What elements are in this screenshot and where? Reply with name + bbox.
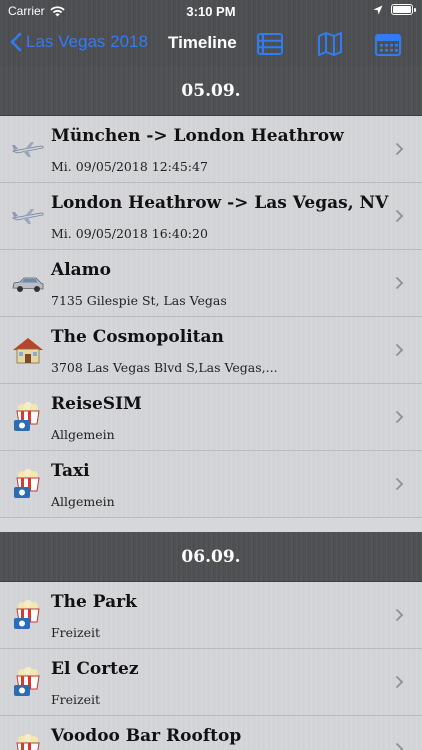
battery-icon: [391, 4, 416, 15]
chevron-right-icon: [395, 142, 404, 156]
timeline-list: 05.09. München -> London Heathrow Mi. 09…: [0, 66, 422, 750]
status-right: [373, 4, 416, 15]
chevron-right-icon: [395, 675, 404, 689]
item-subtitle: 3708 Las Vegas Blvd S,Las Vegas,...: [51, 360, 278, 375]
item-subtitle: Freizeit: [51, 625, 101, 640]
item-subtitle: Allgemein: [51, 427, 115, 442]
cinema-icon: [14, 402, 40, 431]
map-icon[interactable]: [316, 31, 344, 57]
item-title: London Heathrow -> Las Vegas, NV: [51, 193, 389, 213]
list-item[interactable]: El Cortez Freizeit: [0, 649, 422, 716]
chevron-right-icon: [395, 742, 404, 750]
list-item[interactable]: Voodoo Bar Rooftop: [0, 716, 422, 750]
chevron-right-icon: [395, 343, 404, 357]
item-title: The Park: [51, 592, 137, 612]
item-title: The Cosmopolitan: [51, 327, 224, 347]
chevron-right-icon: [395, 276, 404, 290]
cinema-icon: [14, 469, 40, 498]
list-item[interactable]: Taxi Allgemein: [0, 451, 422, 518]
list-item[interactable]: The Cosmopolitan 3708 Las Vegas Blvd S,L…: [0, 317, 422, 384]
list-item[interactable]: London Heathrow -> Las Vegas, NV Mi. 09/…: [0, 183, 422, 250]
status-time: 3:10 PM: [186, 4, 236, 19]
back-button-label: Las Vegas 2018: [26, 32, 148, 51]
section-header-date: 06.09.: [0, 532, 422, 582]
airplane-icon: [11, 142, 44, 157]
item-title: ReiseSIM: [51, 394, 142, 414]
location-arrow-icon: [373, 5, 383, 14]
back-button[interactable]: Las Vegas 2018: [10, 32, 148, 52]
chevron-right-icon: [395, 209, 404, 223]
item-title: Alamo: [51, 260, 111, 280]
cinema-icon: [14, 600, 40, 629]
chevron-right-icon: [395, 410, 404, 424]
item-title: Taxi: [51, 461, 90, 481]
item-subtitle: Freizeit: [51, 692, 101, 707]
item-title: El Cortez: [51, 659, 139, 679]
top-bar: Carrier 3:10 PM Las Vegas 2018 Timeline: [0, 0, 422, 66]
item-subtitle: Mi. 09/05/2018 16:40:20: [51, 226, 208, 241]
item-title: München -> London Heathrow: [51, 126, 344, 146]
navigation-bar: Las Vegas 2018 Timeline: [0, 22, 422, 66]
list-item[interactable]: Alamo 7135 Gilespie St, Las Vegas: [0, 250, 422, 317]
item-subtitle: Mi. 09/05/2018 12:45:47: [51, 159, 208, 174]
chevron-left-icon: [10, 32, 22, 52]
item-subtitle: 7135 Gilespie St, Las Vegas: [51, 293, 227, 308]
chevron-right-icon: [395, 608, 404, 622]
list-view-icon[interactable]: [256, 31, 284, 57]
page-title: Timeline: [168, 33, 237, 52]
house-icon: [13, 338, 43, 364]
cinema-icon: [16, 734, 40, 750]
item-subtitle: Allgemein: [51, 494, 115, 509]
section-gap: [0, 518, 422, 532]
airplane-icon: [11, 209, 44, 224]
list-item[interactable]: The Park Freizeit: [0, 582, 422, 649]
item-title: Voodoo Bar Rooftop: [51, 726, 242, 746]
calendar-icon[interactable]: [374, 31, 402, 57]
section-header-date: 05.09.: [0, 66, 422, 116]
car-icon: [12, 277, 44, 292]
list-item[interactable]: ReiseSIM Allgemein: [0, 384, 422, 451]
list-item[interactable]: München -> London Heathrow Mi. 09/05/201…: [0, 116, 422, 183]
cinema-icon: [14, 667, 40, 696]
status-bar: Carrier 3:10 PM: [0, 0, 422, 22]
chevron-right-icon: [395, 477, 404, 491]
